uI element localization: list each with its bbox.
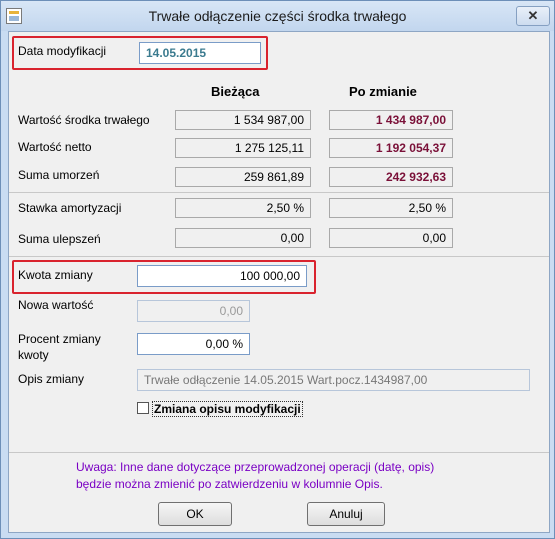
dialog-window: Trwałe odłączenie części środka trwałego… [0,0,555,539]
zmiana-opisu-label[interactable]: Zmiana opisu modyfikacji [152,401,303,417]
close-button[interactable]: ✕ [516,6,550,26]
row-current-wartosc-netto: 1 275 125,11 [175,138,311,158]
opis-zmiany-input: Trwałe odłączenie 14.05.2015 Wart.pocz.1… [137,369,530,391]
title-bar[interactable]: Trwałe odłączenie części środka trwałego… [1,1,554,31]
kwota-zmiany-label: Kwota zmiany [18,268,93,282]
column-header-current: Bieżąca [211,84,260,99]
data-modyfikacji-input[interactable]: 14.05.2015 [139,42,261,64]
row-label-stawka-amortyzacji: Stawka amortyzacji [18,201,122,215]
zmiana-opisu-checkbox[interactable] [137,402,149,414]
data-modyfikacji-label: Data modyfikacji [18,44,107,58]
warning-line-2: będzie można zmienić po zatwierdzeniu w … [76,477,383,491]
row-current-stawka-amortyzacji: 2,50 % [175,198,311,218]
column-header-after: Po zmianie [349,84,417,99]
row-after-wartosc-srodka: 1 434 987,00 [329,110,453,130]
opis-zmiany-label: Opis zmiany [18,372,85,386]
separator [9,192,549,193]
nowa-wartosc-label: Nowa wartość [18,298,94,312]
cancel-button[interactable]: Anuluj [307,502,385,526]
nowa-wartosc-input: 0,00 [137,300,250,322]
separator [9,452,549,453]
row-after-suma-ulepszen: 0,00 [329,228,453,248]
row-current-suma-ulepszen: 0,00 [175,228,311,248]
procent-zmiany-input[interactable]: 0,00 % [137,333,250,355]
row-after-wartosc-netto: 1 192 054,37 [329,138,453,158]
row-label-suma-ulepszen: Suma ulepszeń [18,232,101,246]
row-current-wartosc-srodka: 1 534 987,00 [175,110,311,130]
row-label-suma-umorzen: Suma umorzeń [18,168,100,182]
warning-line-1: Uwaga: Inne dane dotyczące przeprowadzon… [76,460,435,474]
procent-zmiany-label-line1: Procent zmiany [18,332,101,346]
window-title: Trwałe odłączenie części środka trwałego [148,8,407,24]
row-label-wartosc-netto: Wartość netto [18,140,92,154]
procent-zmiany-label-line2: kwoty [18,348,49,362]
row-after-suma-umorzen: 242 932,63 [329,167,453,187]
row-current-suma-umorzen: 259 861,89 [175,167,311,187]
separator [9,256,549,257]
row-label-wartosc-srodka: Wartość środka trwałego [18,113,150,127]
kwota-zmiany-input[interactable]: 100 000,00 [137,265,307,287]
row-after-stawka-amortyzacji: 2,50 % [329,198,453,218]
ok-button[interactable]: OK [158,502,232,526]
dialog-body: Data modyfikacji 14.05.2015 Bieżąca Po z… [8,31,550,533]
